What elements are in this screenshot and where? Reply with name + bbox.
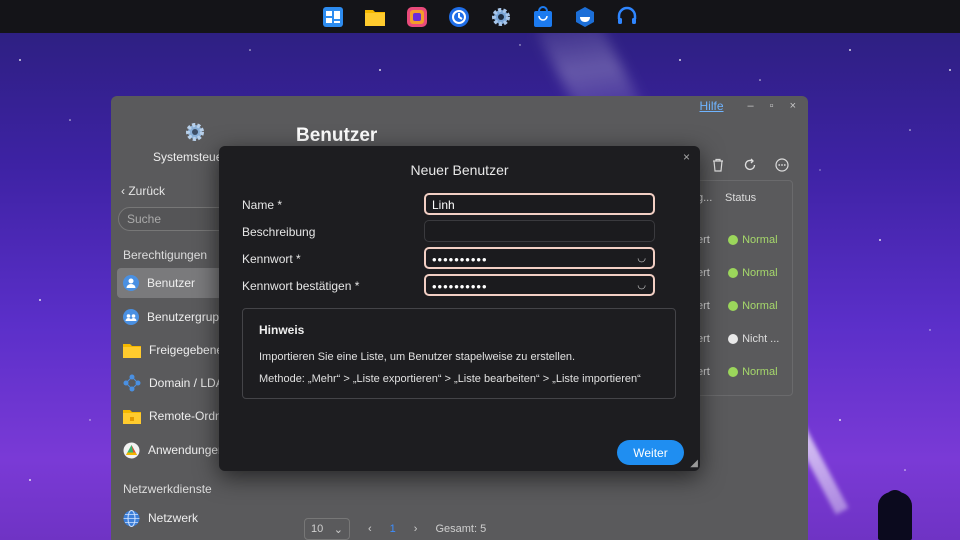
current-page[interactable]: 1 <box>390 523 396 535</box>
status-ok-icon <box>728 235 739 246</box>
pagination: 10 ⌄ ‹ 1 › Gesamt: 5 <box>304 518 486 540</box>
dialog-close-button[interactable]: × <box>683 150 690 164</box>
name-field[interactable]: Linh <box>424 193 655 215</box>
sidebar-app-title: Systemsteuer <box>153 150 227 164</box>
network-globe-icon <box>123 509 140 527</box>
password-field[interactable]: •••••••••• ◡ <box>424 247 655 269</box>
next-button[interactable]: Weiter <box>617 440 684 465</box>
help-link[interactable]: Hilfe <box>700 99 724 113</box>
table-row[interactable]: ert Nicht ... <box>697 333 779 345</box>
backup-clock-icon[interactable] <box>447 5 471 29</box>
docker-icon[interactable] <box>573 5 597 29</box>
back-label: Zurück <box>128 184 166 198</box>
close-button[interactable]: × <box>790 100 796 112</box>
password-label: Kennwort * <box>242 252 301 266</box>
more-options-icon[interactable] <box>775 158 789 172</box>
status-text: Nicht ... <box>742 333 780 345</box>
remote-folder-icon <box>123 409 141 424</box>
sidebar-item-label: Benutzer <box>147 276 196 290</box>
table-row[interactable]: ert Normal <box>697 234 778 246</box>
page-size-select[interactable]: 10 ⌄ <box>304 518 350 540</box>
window-controls: Hilfe – ▫ × <box>700 99 796 113</box>
maximize-button[interactable]: ▫ <box>770 100 774 112</box>
sidebar-item-benutzergruppe[interactable]: Benutzergrupp <box>117 302 235 332</box>
page-size-value: 10 <box>311 523 324 535</box>
sidebar-item-benutzer[interactable]: Benutzer <box>117 268 235 298</box>
silhouette-person <box>878 492 912 540</box>
confirm-password-label: Kennwort bestätigen * <box>242 279 360 293</box>
folder-icon <box>123 343 141 358</box>
status-ok-icon <box>728 268 739 279</box>
page-title: Benutzer <box>296 125 378 146</box>
control-panel-icon[interactable] <box>321 5 345 29</box>
confirm-password-value: •••••••••• <box>432 279 488 294</box>
show-password-icon[interactable]: ◡ <box>637 253 646 264</box>
sidebar-item-domain-ldap[interactable]: Domain / LDAP <box>117 368 235 398</box>
back-button[interactable]: ‹ Zurück <box>121 184 165 198</box>
total-count: Gesamt: 5 <box>435 523 487 535</box>
status-text: Normal <box>742 234 778 246</box>
confirm-password-field[interactable]: •••••••••• ◡ <box>424 274 655 296</box>
cell-text: ert <box>697 234 710 246</box>
status-disabled-icon <box>728 334 739 345</box>
name-label: Name * <box>242 198 283 212</box>
dialog-title: Neuer Benutzer <box>410 162 509 178</box>
password-value: •••••••••• <box>432 252 488 267</box>
cell-text: ert <box>697 300 710 312</box>
show-password-icon[interactable]: ◡ <box>637 280 646 291</box>
chevron-down-icon: ⌄ <box>333 523 343 536</box>
prev-page-button[interactable]: ‹ <box>368 523 372 535</box>
status-ok-icon <box>728 367 739 378</box>
domain-icon <box>123 374 141 392</box>
sidebar: Systemsteuer ‹ Zurück Suche Berechtigung… <box>111 96 238 540</box>
user-icon <box>123 275 139 291</box>
next-page-button[interactable]: › <box>414 523 418 535</box>
refresh-icon[interactable] <box>743 158 757 172</box>
sidebar-item-freigegebene[interactable]: Freigegebene <box>117 335 235 365</box>
table-row[interactable]: ert Normal <box>697 300 778 312</box>
sidebar-item-netzwerk[interactable]: Netzwerk <box>117 503 235 533</box>
sidebar-item-label: Netzwerk <box>148 511 199 525</box>
hint-text-2: Methode: „Mehr“ > „Liste exportieren“ > … <box>259 373 641 385</box>
table-row[interactable]: ert Normal <box>697 366 778 378</box>
description-label: Beschreibung <box>242 225 316 239</box>
user-group-icon <box>123 309 139 325</box>
status-text: Normal <box>742 267 778 279</box>
file-manager-icon[interactable] <box>363 5 387 29</box>
settings-gear-icon[interactable] <box>489 5 513 29</box>
hint-box: Hinweis Importieren Sie eine Liste, um B… <box>242 308 676 399</box>
applications-icon <box>123 442 140 458</box>
table-row[interactable]: ert Normal <box>697 267 778 279</box>
toolbar <box>711 158 789 172</box>
support-headset-icon[interactable] <box>615 5 639 29</box>
taskbar <box>0 0 960 33</box>
description-field[interactable] <box>424 220 655 242</box>
hint-text-1: Importieren Sie eine Liste, um Benutzer … <box>259 351 576 363</box>
sidebar-item-label: Remote-Ordne <box>149 409 229 423</box>
control-panel-gear-icon <box>183 120 207 149</box>
minimize-button[interactable]: – <box>748 100 754 112</box>
cell-text: ert <box>697 267 710 279</box>
package-center-icon[interactable] <box>531 5 555 29</box>
sidebar-item-label: Freigegebene <box>149 343 224 357</box>
section-network: Netzwerkdienste <box>123 482 212 496</box>
status-ok-icon <box>728 301 739 312</box>
status-text: Normal <box>742 300 778 312</box>
status-text: Normal <box>742 366 778 378</box>
sidebar-item-anwendungen[interactable]: Anwendungen <box>117 435 235 465</box>
cell-text: ert <box>697 366 710 378</box>
photo-app-icon[interactable] <box>405 5 429 29</box>
sidebar-item-remote-ordner[interactable]: Remote-Ordne <box>117 401 235 431</box>
resize-handle-icon[interactable]: ◢ <box>690 458 698 469</box>
new-user-dialog: Neuer Benutzer × Name * Linh Beschreibun… <box>219 146 700 471</box>
section-permissions: Berechtigungen <box>123 248 208 262</box>
delete-trash-icon[interactable] <box>711 158 725 172</box>
hint-title: Hinweis <box>259 323 305 337</box>
sidebar-item-label: Benutzergrupp <box>147 310 226 324</box>
sidebar-item-label: Anwendungen <box>148 443 225 457</box>
cell-text: ert <box>697 333 710 345</box>
column-header-status[interactable]: Status <box>725 192 756 204</box>
